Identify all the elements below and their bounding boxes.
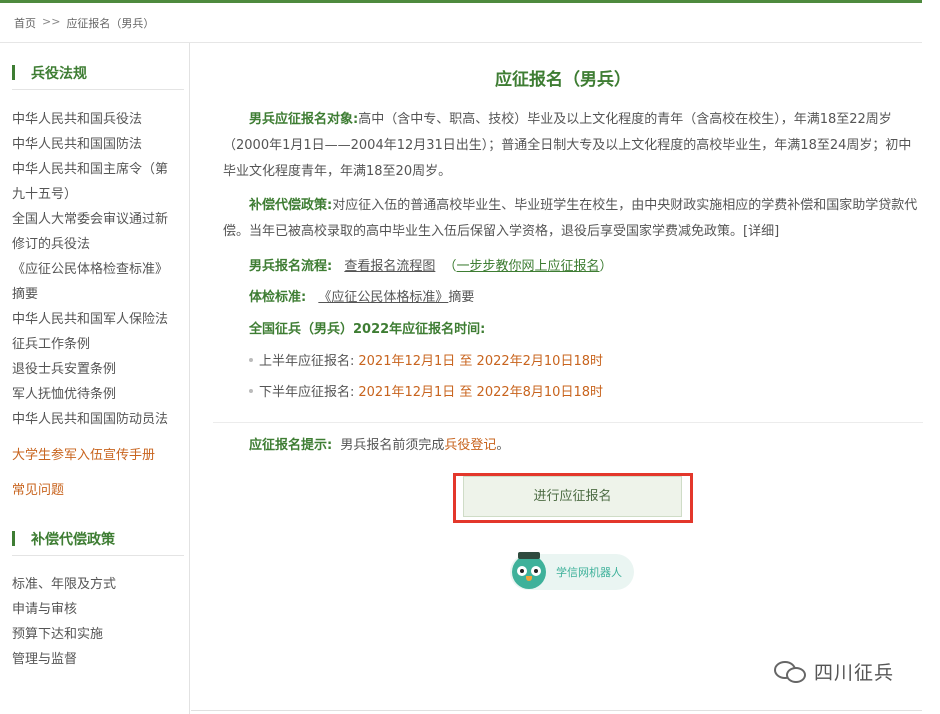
process-label: 男兵报名流程: [249,259,333,274]
sidebar-link[interactable]: 摘要 [12,282,188,307]
tip-text: 男兵报名前须完成 [340,438,445,453]
schedule-label: 下半年应征报名: [259,385,355,400]
watermark-text: 四川征兵 [814,662,895,684]
sidebar: 兵役法规 中华人民共和国兵役法 中华人民共和国国防法 中华人民共和国主席令（第 … [0,43,190,714]
sidebar-link[interactable]: 中华人民共和国军人保险法 [12,307,188,332]
faq-link[interactable]: 常见问题 [12,479,64,498]
page-title: 应征报名（男兵） [495,70,631,90]
sidebar-link[interactable]: 中华人民共和国国防动员法 [12,407,188,432]
breadcrumb-separator: >> [42,15,61,28]
sidebar-link[interactable]: 中华人民共和国主席令（第 [12,157,188,182]
exam-suffix: 摘要 [448,290,475,305]
sidebar-link[interactable]: 征兵工作条例 [12,332,188,357]
handbook-link[interactable]: 大学生参军入伍宣传手册 [12,444,155,463]
policy-detail-link[interactable]: [详细] [743,224,779,239]
sidebar-link[interactable]: 修订的兵役法 [12,232,188,257]
tutorial-link[interactable]: 一步步教你网上应征报名 [457,259,600,274]
second-half-schedule: 下半年应征报名: 2021年12月1日 至 2022年8月10日18时 [249,381,603,400]
section-marker [12,531,15,546]
main-content: 应征报名（男兵） 男兵应征报名对象:高中（含中专、职高、技校）毕业及以上文化程度… [191,43,923,714]
tip-label: 应征报名提示: [249,438,333,453]
breadcrumb-home[interactable]: 首页 [14,15,36,31]
sidebar-link[interactable]: 标准、年限及方式 [12,572,188,597]
sidebar-policy-links: 标准、年限及方式 申请与审核 预算下达和实施 管理与监督 [12,572,188,672]
sidebar-law-links: 中华人民共和国兵役法 中华人民共和国国防法 中华人民共和国主席令（第 九十五号）… [12,107,188,432]
schedule-dates: 2021年12月1日 至 2022年8月10日18时 [358,385,603,400]
sidebar-section-title: 补偿代偿政策 [31,531,115,548]
apply-button[interactable]: 进行应征报名 [463,476,682,517]
schedule-dates: 2021年12月1日 至 2022年2月10日18时 [358,354,603,369]
sidebar-link[interactable]: 中华人民共和国国防法 [12,132,188,157]
paren-close: ） [599,259,613,274]
sidebar-link[interactable]: 军人抚恤优待条例 [12,382,188,407]
breadcrumb: 首页 >> 应征报名（男兵） [14,15,154,31]
chatbot-label: 学信网机器人 [556,566,622,579]
exam-standard-link[interactable]: 《应征公民体格标准》 [318,290,448,305]
policy-label: 补偿代偿政策: [249,198,333,213]
schedule-label: 上半年应征报名: [259,354,355,369]
sidebar-link[interactable]: 申请与审核 [12,597,188,622]
tip-end: 。 [496,438,510,453]
tip-line: 应征报名提示: 男兵报名前须完成兵役登记。 [249,434,509,453]
content-divider [213,422,923,423]
target-paragraph: 男兵应征报名对象:高中（含中专、职高、技校）毕业及以上文化程度的青年（含高校在校… [223,107,923,185]
sidebar-link[interactable]: 退役士兵安置条例 [12,357,188,382]
exam-label: 体检标准: [249,290,307,305]
schedule-title: 全国征兵（男兵）2022年应征报名时间: [249,318,485,337]
sidebar-link[interactable]: 预算下达和实施 [12,622,188,647]
military-registration-link[interactable]: 兵役登记 [444,438,496,453]
chatbot-button[interactable]: 学信网机器人 [510,552,634,590]
paren-open: （ [443,259,457,274]
sidebar-section-policy: 补偿代偿政策 [12,522,184,556]
breadcrumb-current: 应征报名（男兵） [66,17,155,30]
sidebar-section-title: 兵役法规 [31,65,87,82]
sidebar-link[interactable]: 全国人大常委会审议通过新 [12,207,188,232]
bullet-dot [249,388,253,393]
owl-robot-icon [512,552,546,589]
watermark: 四川征兵 [774,658,894,685]
sidebar-link[interactable]: 九十五号） [12,182,188,207]
exam-line: 体检标准: 《应征公民体格标准》摘要 [249,286,474,305]
first-half-schedule: 上半年应征报名: 2021年12月1日 至 2022年2月10日18时 [249,350,603,369]
target-label: 男兵应征报名对象: [249,112,359,127]
bottom-divider [191,710,922,711]
schedule-title-text: 全国征兵（男兵）2022年应征报名时间: [249,322,486,337]
sidebar-link[interactable]: 管理与监督 [12,647,188,672]
process-chart-link[interactable]: 查看报名流程图 [344,259,435,274]
process-line: 男兵报名流程: 查看报名流程图 （一步步教你网上应征报名） [249,255,613,274]
section-marker [12,65,15,80]
sidebar-link[interactable]: 《应征公民体格检查标准》 [12,257,188,282]
top-accent-bar [0,0,922,3]
sidebar-section-law: 兵役法规 [12,56,184,90]
wechat-icon [774,659,808,685]
policy-paragraph: 补偿代偿政策:对应征入伍的普通高校毕业生、毕业班学生在校生，由中央财政实施相应的… [223,193,923,245]
bullet-dot [249,357,253,362]
sidebar-link[interactable]: 中华人民共和国兵役法 [12,107,188,132]
